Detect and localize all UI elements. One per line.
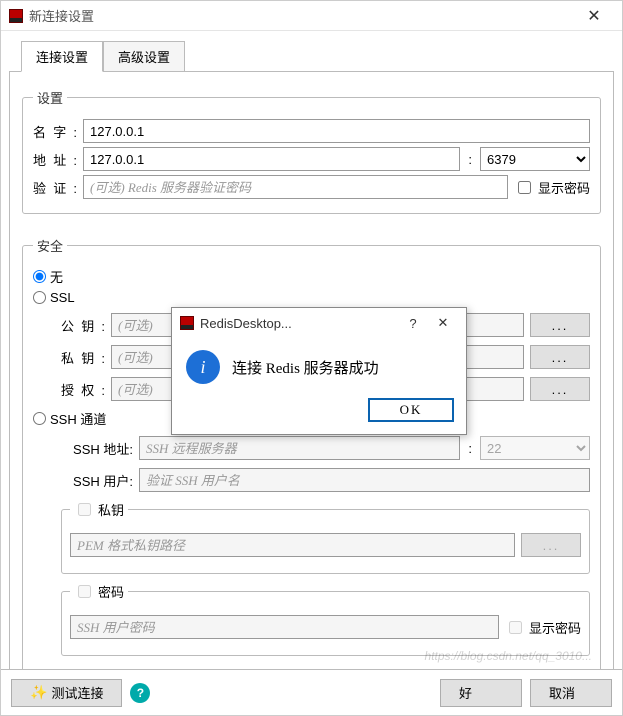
modal-actions: OK — [172, 392, 466, 434]
new-connection-dialog: 新连接设置 ✕ 连接设置 高级设置 设置 名字: 地址: : 6379 — [0, 0, 623, 716]
security-none-row[interactable]: 无 — [33, 267, 590, 286]
button-bar: ✨ 测试连接 ? 好 取消 — [1, 669, 622, 715]
tab-advanced[interactable]: 高级设置 — [103, 41, 185, 72]
window-title: 新连接设置 — [29, 6, 574, 25]
security-none-radio[interactable] — [33, 270, 46, 283]
address-colon: : — [466, 152, 474, 167]
security-ssh-label: SSH 通道 — [50, 409, 106, 428]
ssh-options: SSH 地址: : 22 SSH 用户: 私钥 — [33, 436, 590, 656]
ssl-privkey-browse-button[interactable]: ... — [530, 345, 590, 369]
security-ssl-label: SSL — [50, 290, 75, 305]
message-dialog: RedisDesktop... ? ✕ i 连接 Redis 服务器成功 OK — [171, 307, 467, 435]
ssh-user-input[interactable] — [139, 468, 590, 492]
modal-titlebar: RedisDesktop... ? ✕ — [172, 308, 466, 338]
ssh-port-select[interactable]: 22 — [480, 436, 590, 460]
ssh-privkey-browse-button[interactable]: ... — [521, 533, 581, 557]
name-label: 名字: — [33, 122, 77, 141]
port-select[interactable]: 6379 — [480, 147, 590, 171]
help-button[interactable]: ? — [130, 683, 150, 703]
settings-legend: 设置 — [33, 88, 67, 107]
modal-message: 连接 Redis 服务器成功 — [232, 357, 379, 378]
security-legend: 安全 — [33, 236, 67, 255]
tab-bar: 连接设置 高级设置 — [21, 41, 614, 72]
ssh-privkey-legend: 私钥 — [98, 500, 124, 519]
security-none-label: 无 — [50, 267, 63, 286]
app-icon — [9, 9, 23, 23]
tab-connection[interactable]: 连接设置 — [21, 41, 103, 72]
security-group: 安全 无 SSL 公钥: ... 私钥: — [22, 236, 601, 675]
ssh-colon: : — [466, 441, 474, 456]
modal-app-icon — [180, 316, 194, 330]
auth-label: 验证: — [33, 178, 77, 197]
ssl-pubkey-browse-button[interactable]: ... — [530, 313, 590, 337]
ssh-password-group: 密码 显示密码 — [61, 582, 590, 656]
security-ssl-row[interactable]: SSL — [33, 290, 590, 305]
ssh-show-password-check[interactable]: 显示密码 — [505, 618, 581, 637]
cancel-button[interactable]: 取消 — [530, 679, 612, 707]
ssh-host-input[interactable] — [139, 436, 460, 460]
show-password-label: 显示密码 — [538, 178, 590, 197]
name-input[interactable] — [83, 119, 590, 143]
modal-help-button[interactable]: ? — [398, 316, 428, 331]
info-icon: i — [186, 350, 220, 384]
auth-input[interactable] — [83, 175, 508, 199]
security-ssh-radio[interactable] — [33, 412, 46, 425]
address-input[interactable] — [83, 147, 460, 171]
ssh-password-input[interactable] — [70, 615, 499, 639]
ssl-pubkey-label: 公钥: — [61, 316, 105, 335]
security-ssl-radio[interactable] — [33, 291, 46, 304]
modal-close-button[interactable]: ✕ — [428, 315, 458, 331]
ssl-auth-browse-button[interactable]: ... — [530, 377, 590, 401]
ssh-password-checkbox[interactable] — [78, 585, 91, 598]
modal-body: i 连接 Redis 服务器成功 — [172, 338, 466, 392]
test-connection-label: 测试连接 — [51, 683, 103, 702]
close-button[interactable]: ✕ — [574, 2, 614, 30]
ssh-privkey-checkbox[interactable] — [78, 503, 91, 516]
show-password-check[interactable]: 显示密码 — [514, 178, 590, 197]
ssh-privkey-input[interactable] — [70, 533, 515, 557]
ssh-user-label: SSH 用户: — [61, 471, 133, 490]
wand-icon: ✨ — [30, 684, 47, 701]
ssh-show-password-label: 显示密码 — [529, 618, 581, 637]
ssl-privkey-label: 私钥: — [61, 348, 105, 367]
settings-group: 设置 名字: 地址: : 6379 验证: — [22, 88, 601, 214]
ssh-privkey-group: 私钥 ... — [61, 500, 590, 574]
modal-title-text: RedisDesktop... — [200, 316, 398, 331]
ssl-auth-label: 授权: — [61, 380, 105, 399]
ssh-host-label: SSH 地址: — [61, 439, 133, 458]
address-label: 地址: — [33, 150, 77, 169]
ok-button[interactable]: 好 — [440, 679, 522, 707]
modal-ok-button[interactable]: OK — [368, 398, 454, 422]
ssh-password-legend: 密码 — [98, 582, 124, 601]
titlebar: 新连接设置 ✕ — [1, 1, 622, 31]
test-connection-button[interactable]: ✨ 测试连接 — [11, 679, 122, 707]
show-password-checkbox[interactable] — [518, 181, 531, 194]
ssh-show-password-checkbox[interactable] — [509, 621, 522, 634]
